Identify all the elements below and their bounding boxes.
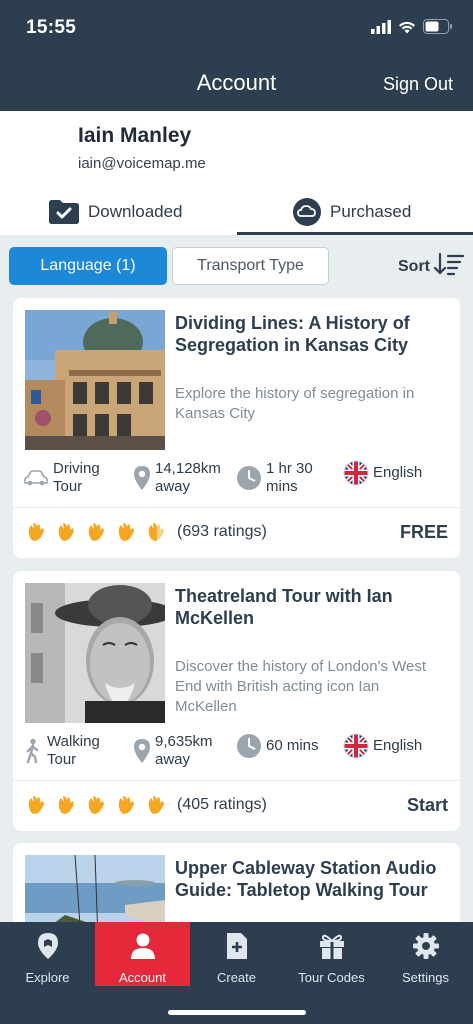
clock-icon	[236, 465, 262, 491]
language-label: English	[373, 737, 423, 754]
file-plus-icon	[226, 932, 248, 960]
sort-button[interactable]: Sort	[398, 252, 465, 281]
tour-description: Explore the history of segregation in Ka…	[175, 385, 415, 422]
clock-icon	[236, 733, 262, 759]
tour-action-button[interactable]: Start	[407, 795, 448, 816]
sort-icon	[433, 252, 465, 281]
clap-half-icon	[148, 523, 164, 541]
tour-card[interactable]: Dividing Lines: A History of Segregation…	[13, 298, 460, 558]
sort-label: Sort	[398, 257, 430, 275]
nav-tour-codes[interactable]: Tour Codes	[284, 922, 379, 986]
uk-flag-icon	[343, 733, 369, 759]
distance: 14,128km away	[133, 460, 243, 496]
map-pin-icon	[37, 932, 59, 960]
rating-count: (405 ratings)	[177, 796, 267, 813]
nav-account[interactable]: Account	[95, 922, 190, 986]
distance-label: 9,635km away	[155, 733, 213, 768]
clap-icon	[28, 796, 44, 814]
tab-downloaded-label: Downloaded	[88, 202, 183, 221]
tour-meta: Driving Tour 14,128km away 1 hr 30 mins …	[13, 460, 460, 504]
tour-meta: Walking Tour 9,635km away 60 mins Englis…	[13, 733, 460, 777]
clap-icon	[28, 523, 44, 541]
transport-type: Walking Tour	[23, 733, 133, 769]
clap-icon	[88, 523, 104, 541]
distance: 9,635km away	[133, 733, 243, 769]
status-icons	[371, 19, 453, 34]
battery-icon	[423, 19, 452, 34]
car-icon	[23, 469, 49, 487]
nav-label: Account	[119, 970, 166, 985]
transport-label: Walking Tour	[47, 733, 100, 768]
language: English	[343, 733, 453, 759]
tour-thumbnail	[25, 310, 165, 450]
nav-label: Create	[216, 970, 257, 985]
nav-label: Settings	[402, 970, 449, 985]
clap-icon	[118, 523, 134, 541]
nav-settings[interactable]: Settings	[378, 922, 473, 986]
clap-icon	[88, 796, 104, 814]
tab-purchased[interactable]: Purchased	[292, 189, 411, 235]
rating: (693 ratings)	[25, 520, 267, 544]
tour-action-button[interactable]: FREE	[400, 522, 448, 543]
nav-label: Explore	[25, 970, 70, 985]
clap-icon	[58, 796, 74, 814]
location-pin-icon	[133, 465, 151, 491]
bottom-nav: Explore Account Create Tour Codes Settin…	[0, 922, 473, 1024]
gear-icon	[412, 932, 440, 960]
clap-icon	[148, 796, 164, 814]
nav-explore[interactable]: Explore	[0, 922, 95, 986]
duration-label: 1 hr 30 mins	[266, 460, 313, 495]
clap-rating-icons	[25, 793, 169, 817]
duration: 60 mins	[236, 733, 346, 759]
location-pin-icon	[133, 738, 151, 764]
profile-name: Iain Manley	[78, 124, 192, 147]
tour-title: Theatreland Tour with Ian McKellen	[175, 586, 393, 628]
status-bar: 15:55	[0, 0, 473, 56]
language: English	[343, 460, 453, 486]
card-divider	[13, 507, 460, 508]
app-header: 15:55 Account Sign Out	[0, 0, 473, 111]
transport-label: Driving Tour	[53, 460, 100, 495]
clap-icon	[58, 523, 74, 541]
uk-flag-icon	[343, 460, 369, 486]
transport-filter-button[interactable]: Transport Type	[172, 247, 329, 285]
home-indicator	[168, 1010, 306, 1015]
clap-icon	[118, 796, 134, 814]
tab-bar: Downloaded Purchased	[0, 189, 473, 235]
profile-email: iain@voicemap.me	[78, 155, 206, 172]
walking-person-icon	[23, 738, 43, 764]
user-icon	[130, 932, 156, 960]
sign-out-button[interactable]: Sign Out	[383, 74, 453, 95]
card-divider	[13, 780, 460, 781]
nav-label: Tour Codes	[298, 970, 365, 985]
cloud-icon	[292, 197, 322, 227]
cellular-signal-icon	[371, 19, 391, 34]
language-filter-button[interactable]: Language (1)	[9, 247, 167, 285]
profile-section: Iain Manley iain@voicemap.me Downloaded …	[0, 111, 473, 235]
tour-title: Upper Cableway Station Audio Guide: Tabl…	[175, 858, 437, 900]
status-time: 15:55	[26, 17, 77, 38]
tour-description: Discover the history of London's West En…	[175, 658, 427, 715]
nav-create[interactable]: Create	[189, 922, 284, 986]
distance-label: 14,128km away	[155, 460, 221, 495]
tour-card[interactable]: Theatreland Tour with Ian McKellen Disco…	[13, 571, 460, 831]
rating-count: (693 ratings)	[177, 523, 267, 540]
duration-label: 60 mins	[266, 737, 319, 754]
tab-downloaded[interactable]: Downloaded	[48, 189, 183, 235]
tour-title: Dividing Lines: A History of Segregation…	[175, 313, 410, 355]
tour-thumbnail	[25, 583, 165, 723]
clap-rating-icons	[25, 520, 169, 544]
gift-icon	[318, 932, 346, 960]
wifi-icon	[399, 21, 415, 33]
folder-check-icon	[48, 199, 80, 225]
language-label: English	[373, 464, 423, 481]
transport-type: Driving Tour	[23, 460, 133, 496]
rating: (405 ratings)	[25, 793, 267, 817]
filter-bar: Language (1) Transport Type Sort	[0, 235, 473, 295]
duration: 1 hr 30 mins	[236, 460, 346, 496]
tab-purchased-label: Purchased	[330, 202, 412, 221]
